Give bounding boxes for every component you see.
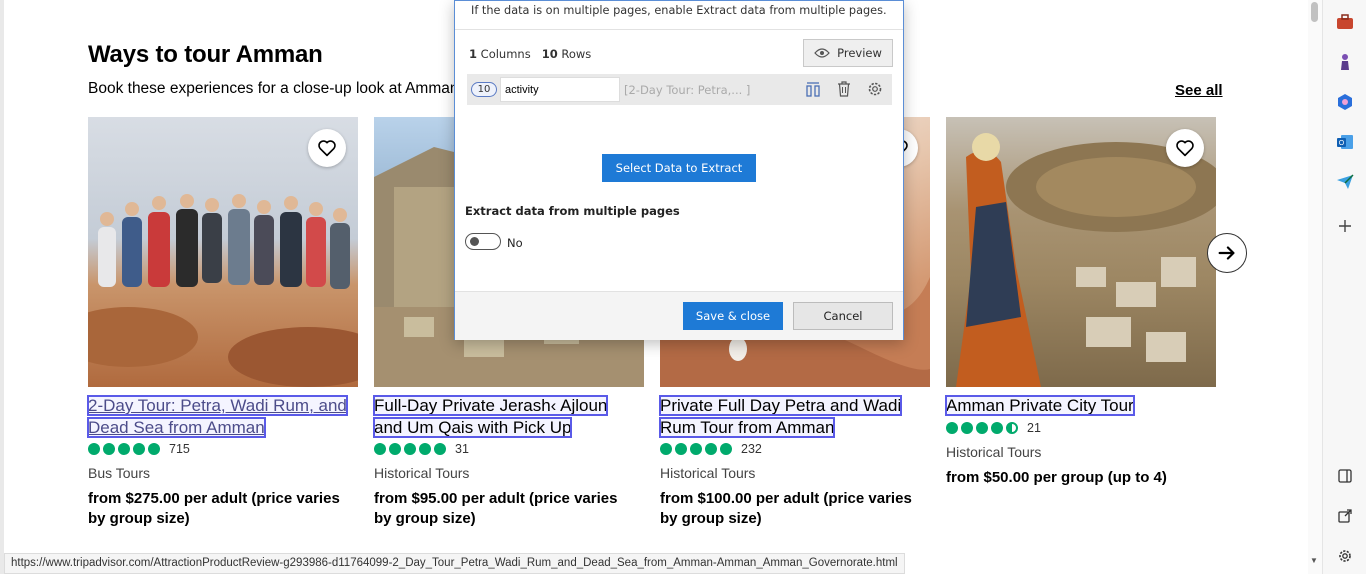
save-heart-button[interactable] <box>308 129 346 167</box>
tour-price: from $95.00 per adult (price varies by gr… <box>374 490 618 527</box>
preview-button[interactable]: Preview <box>803 39 893 67</box>
page-scrollbar[interactable]: ▲ ▼ <box>1308 0 1322 574</box>
multi-pages-toggle[interactable] <box>465 233 501 250</box>
column-name-input[interactable] <box>500 77 620 102</box>
tour-photo[interactable] <box>88 117 358 387</box>
rating-bubbles: 21 <box>946 420 1218 436</box>
cancel-button[interactable]: Cancel <box>793 302 893 330</box>
carousel-next-button[interactable] <box>1207 233 1247 273</box>
tour-card[interactable]: Amman Private City Tour 21 Historical To… <box>945 117 1218 488</box>
send-plane-icon[interactable] <box>1335 172 1355 192</box>
tour-category: Historical Tours <box>660 465 756 481</box>
tour-title-link[interactable]: Private Full Day Petra and Wadi Rum Tour… <box>658 395 932 438</box>
heart-icon <box>318 140 336 157</box>
review-count: 715 <box>169 442 190 456</box>
tour-card[interactable]: 2-Day Tour: Petra, Wadi Rum, and Dead Se… <box>87 117 360 529</box>
sidebar-toggle-icon[interactable] <box>1335 466 1355 486</box>
scroll-down-arrow-icon[interactable]: ▼ <box>1310 556 1318 565</box>
select-data-button[interactable]: Select Data to Extract <box>602 154 756 182</box>
multi-pages-label: Extract data from multiple pages <box>465 204 680 218</box>
add-plus-icon[interactable] <box>1335 216 1355 236</box>
open-external-icon[interactable] <box>1335 506 1355 526</box>
extract-data-dialog: If the data is on multiple pages, enable… <box>454 0 904 340</box>
save-close-button[interactable]: Save & close <box>683 302 783 330</box>
gear-icon[interactable] <box>866 80 884 98</box>
tour-title-link[interactable]: Full-Day Private Jerash‹ Ajloun and Um Q… <box>372 395 646 438</box>
review-count: 31 <box>455 442 469 456</box>
divider <box>455 29 903 30</box>
review-count: 21 <box>1027 420 1041 435</box>
tour-title-line: 2-Day Tour: Petra, Wadi Rum, and <box>87 395 348 416</box>
toggle-knob <box>470 237 479 246</box>
tour-title-line: Amman Private City Tour <box>945 395 1135 416</box>
preview-label: Preview <box>837 46 882 60</box>
column-select-icon[interactable] <box>804 80 822 98</box>
tour-title-link[interactable]: Amman Private City Tour <box>945 395 1218 417</box>
tour-title-line: Dead Sea from Amman <box>87 416 266 438</box>
svg-text:O: O <box>1339 140 1345 147</box>
tour-title-line: Full-Day Private Jerash‹ Ajloun <box>372 395 609 416</box>
toggle-value-label: No <box>507 236 523 250</box>
status-bar-url: https://www.tripadvisor.com/AttractionPr… <box>4 553 905 574</box>
tour-photo[interactable] <box>946 117 1216 387</box>
review-count: 232 <box>741 442 762 456</box>
tour-title-line: Private Full Day Petra and Wadi <box>658 395 903 416</box>
section-subtitle: Book these experiences for a close-up lo… <box>88 80 458 97</box>
columns-rows-count: 1 Columns 10 Rows <box>469 47 592 61</box>
heart-icon <box>1176 140 1194 157</box>
dialog-info-text: If the data is on multiple pages, enable… <box>471 4 887 17</box>
tour-price: from $275.00 per adult (price varies by g… <box>88 490 340 527</box>
chess-piece-icon[interactable] <box>1335 52 1355 72</box>
save-heart-button[interactable] <box>1166 129 1204 167</box>
column-row: 10 [2-Day Tour: Petra,... ] <box>467 74 892 105</box>
row-count-badge: 10 <box>471 82 497 97</box>
trash-icon[interactable] <box>835 80 853 98</box>
see-all-link[interactable]: See all <box>1175 82 1223 99</box>
tour-category: Bus Tours <box>88 465 150 481</box>
copilot-icon[interactable] <box>1335 92 1355 112</box>
tour-title-link[interactable]: 2-Day Tour: Petra, Wadi Rum, and Dead Se… <box>87 395 360 438</box>
rating-bubbles: 715 <box>88 441 360 457</box>
outlook-icon[interactable]: O <box>1335 132 1355 152</box>
section-title: Ways to tour Amman <box>88 41 323 68</box>
dialog-footer: Save & close Cancel <box>455 291 903 340</box>
tour-price: from $100.00 per adult (price varies by g… <box>660 490 912 527</box>
eye-icon <box>814 48 830 58</box>
rating-bubbles: 31 <box>374 441 646 457</box>
tour-price: from $50.00 per group (up to 4) <box>946 468 1167 486</box>
column-sample-preview: [2-Day Tour: Petra,... ] <box>624 83 751 97</box>
rating-bubbles: 232 <box>660 441 932 457</box>
toolbox-icon[interactable] <box>1335 12 1355 32</box>
scrollbar-thumb[interactable] <box>1311 2 1318 22</box>
tour-category: Historical Tours <box>374 465 470 481</box>
arrow-right-icon <box>1218 246 1235 260</box>
tour-category: Historical Tours <box>946 443 1042 460</box>
browser-sidebar: O <box>1322 0 1366 574</box>
tour-title-line: Rum Tour from Amman <box>658 416 836 438</box>
tour-title-line: and Um Qais with Pick Up <box>372 416 573 438</box>
settings-gear-icon[interactable] <box>1335 546 1355 566</box>
